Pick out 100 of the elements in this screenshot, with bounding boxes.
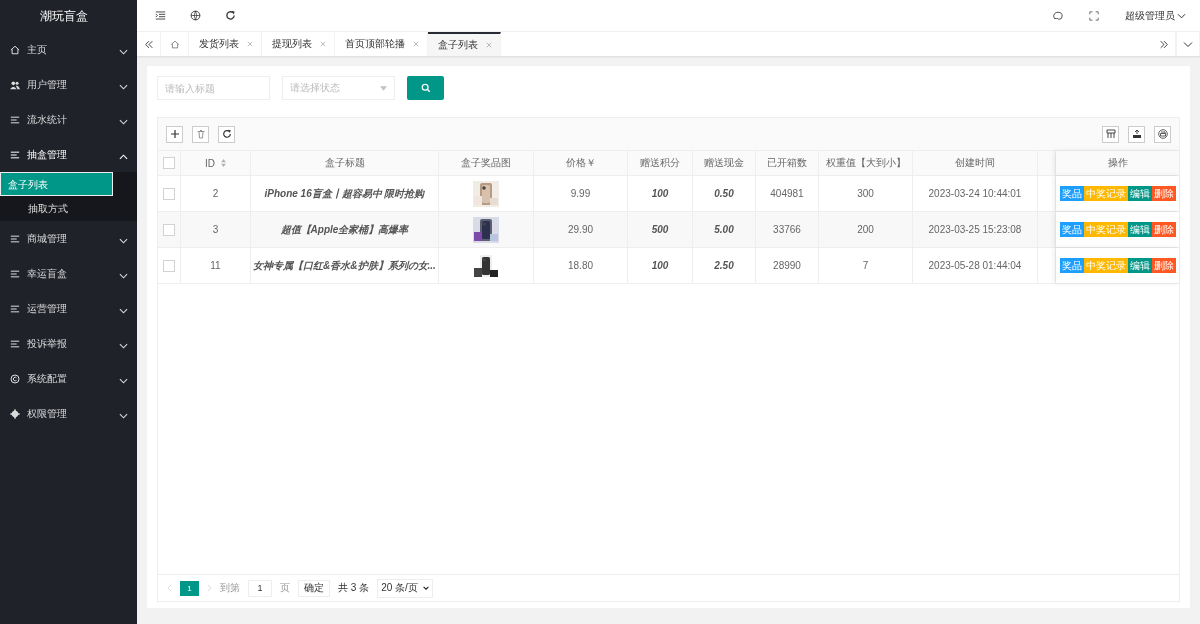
export-button[interactable]	[1128, 125, 1145, 143]
fullscreen-icon[interactable]	[1089, 10, 1099, 21]
close-icon[interactable]	[320, 41, 326, 47]
column-header: 操作	[1056, 151, 1179, 175]
globe-icon[interactable]	[190, 10, 201, 21]
tab[interactable]: 盒子列表	[428, 32, 501, 56]
action-button[interactable]: 编辑	[1127, 222, 1152, 237]
home-tab[interactable]	[161, 32, 189, 56]
users-icon	[10, 79, 20, 90]
user-menu[interactable]: 超级管理员	[1125, 8, 1186, 23]
delete-button[interactable]	[192, 125, 209, 143]
tab-menu-button[interactable]	[1176, 32, 1200, 56]
table-cell: 11	[181, 248, 251, 283]
double-chevron-left-icon	[143, 39, 154, 49]
chevron-icon	[119, 118, 128, 125]
action-button[interactable]: 编辑	[1127, 186, 1152, 201]
sidebar-item[interactable]: 运营管理	[0, 291, 137, 326]
print-button[interactable]	[1154, 125, 1171, 143]
refresh-button[interactable]	[218, 125, 235, 143]
title-search-field[interactable]: 请输入标题	[157, 76, 270, 100]
scroll-right-button[interactable]	[1152, 32, 1176, 56]
table-cell: 300	[819, 176, 913, 211]
sidebar-item[interactable]: 流水统计	[0, 102, 137, 137]
page-size-select[interactable]: 20 条/页	[377, 578, 433, 598]
home-icon	[169, 39, 180, 49]
trash-icon	[195, 129, 206, 139]
sidebar-item[interactable]: 抽盒管理	[0, 137, 137, 172]
column-header: 赠送现金	[693, 151, 756, 175]
table-cell: 28990	[756, 248, 819, 283]
table-cell: 404981	[756, 176, 819, 211]
refresh-icon	[221, 129, 232, 139]
close-icon[interactable]	[486, 42, 492, 48]
list-icon	[10, 268, 20, 279]
copyright-icon	[10, 373, 20, 384]
column-header: 权重值【大到小】	[819, 151, 913, 175]
total-count: 共 3 条	[338, 581, 370, 595]
page-button[interactable]: 1	[180, 580, 199, 596]
table-cell: 33766	[756, 212, 819, 247]
table-cell: 7	[819, 248, 913, 283]
close-icon[interactable]	[247, 41, 253, 47]
chevron-icon	[1177, 12, 1186, 19]
export-icon	[1131, 129, 1142, 139]
chevron-icon	[119, 48, 128, 55]
table-cell: 3	[181, 212, 251, 247]
scroll-left-button[interactable]	[137, 32, 161, 56]
app-title: 潮玩盲盒	[38, 8, 89, 25]
table-cell: 200	[819, 212, 913, 247]
close-icon[interactable]	[413, 41, 419, 47]
page-input[interactable]: 1	[248, 579, 272, 597]
chevron-icon	[119, 272, 128, 279]
sidebar-item[interactable]: 用户管理	[0, 67, 137, 102]
select-all-checkbox[interactable]	[163, 157, 175, 169]
table-cell: 2023-03-25 15:23:08	[913, 212, 1038, 247]
previous-page-icon[interactable]	[167, 584, 172, 592]
chevron-icon	[422, 586, 429, 590]
sidebar-subitem[interactable]: 抽取方式	[0, 196, 137, 221]
double-chevron-right-icon	[1158, 39, 1169, 49]
columns-icon	[1105, 129, 1116, 139]
row-checkbox[interactable]	[163, 259, 175, 272]
row-checkbox[interactable]	[163, 187, 175, 200]
chevron-icon	[119, 153, 128, 160]
sidebar-item[interactable]: 主页	[0, 32, 137, 67]
next-page-icon[interactable]	[207, 584, 212, 592]
sidebar-item[interactable]: 权限管理	[0, 396, 137, 431]
table-cell: 29.90	[534, 212, 628, 247]
columns-button[interactable]	[1102, 125, 1119, 143]
column-header: ID	[181, 151, 251, 175]
sidebar-item[interactable]: 系统配置	[0, 361, 137, 396]
table-cell: iPhone 16盲盒丨超容易中 限时抢购	[251, 176, 439, 211]
table-cell: 18.80	[534, 248, 628, 283]
refresh-icon[interactable]	[225, 10, 236, 21]
table-cell: 0.50	[693, 176, 756, 211]
print-icon	[1157, 129, 1168, 139]
add-button[interactable]	[166, 125, 183, 143]
plus-icon	[169, 129, 180, 139]
table-cell: 500	[628, 212, 693, 247]
table-cell: 100	[628, 248, 693, 283]
list-icon	[10, 233, 20, 244]
table-cell: 2023-03-24 10:44:01	[913, 176, 1038, 211]
search-button[interactable]	[407, 76, 444, 100]
row-checkbox[interactable]	[163, 223, 175, 236]
table-cell: 5.00	[693, 212, 756, 247]
confirm-button[interactable]: 确定	[298, 579, 330, 597]
column-header: 赠送积分	[628, 151, 693, 175]
sidebar-item[interactable]: 商城管理	[0, 221, 137, 256]
list-icon	[10, 338, 20, 349]
home-icon	[10, 44, 20, 55]
sidebar-subitem[interactable]: 盒子列表	[0, 172, 113, 196]
chevron-icon	[119, 83, 128, 90]
sort-icon[interactable]	[221, 159, 226, 167]
tab[interactable]: 发货列表	[189, 32, 262, 56]
sidebar-item[interactable]: 幸运盲盒	[0, 256, 137, 291]
search-icon	[420, 83, 431, 93]
tab[interactable]: 提现列表	[262, 32, 335, 56]
column-header: 价格￥	[534, 151, 628, 175]
caret-icon	[380, 85, 387, 91]
action-button[interactable]: 编辑	[1127, 258, 1152, 273]
menu-icon[interactable]	[155, 10, 166, 21]
sidebar-item[interactable]: 投诉举报	[0, 326, 137, 361]
list-icon	[10, 149, 20, 160]
